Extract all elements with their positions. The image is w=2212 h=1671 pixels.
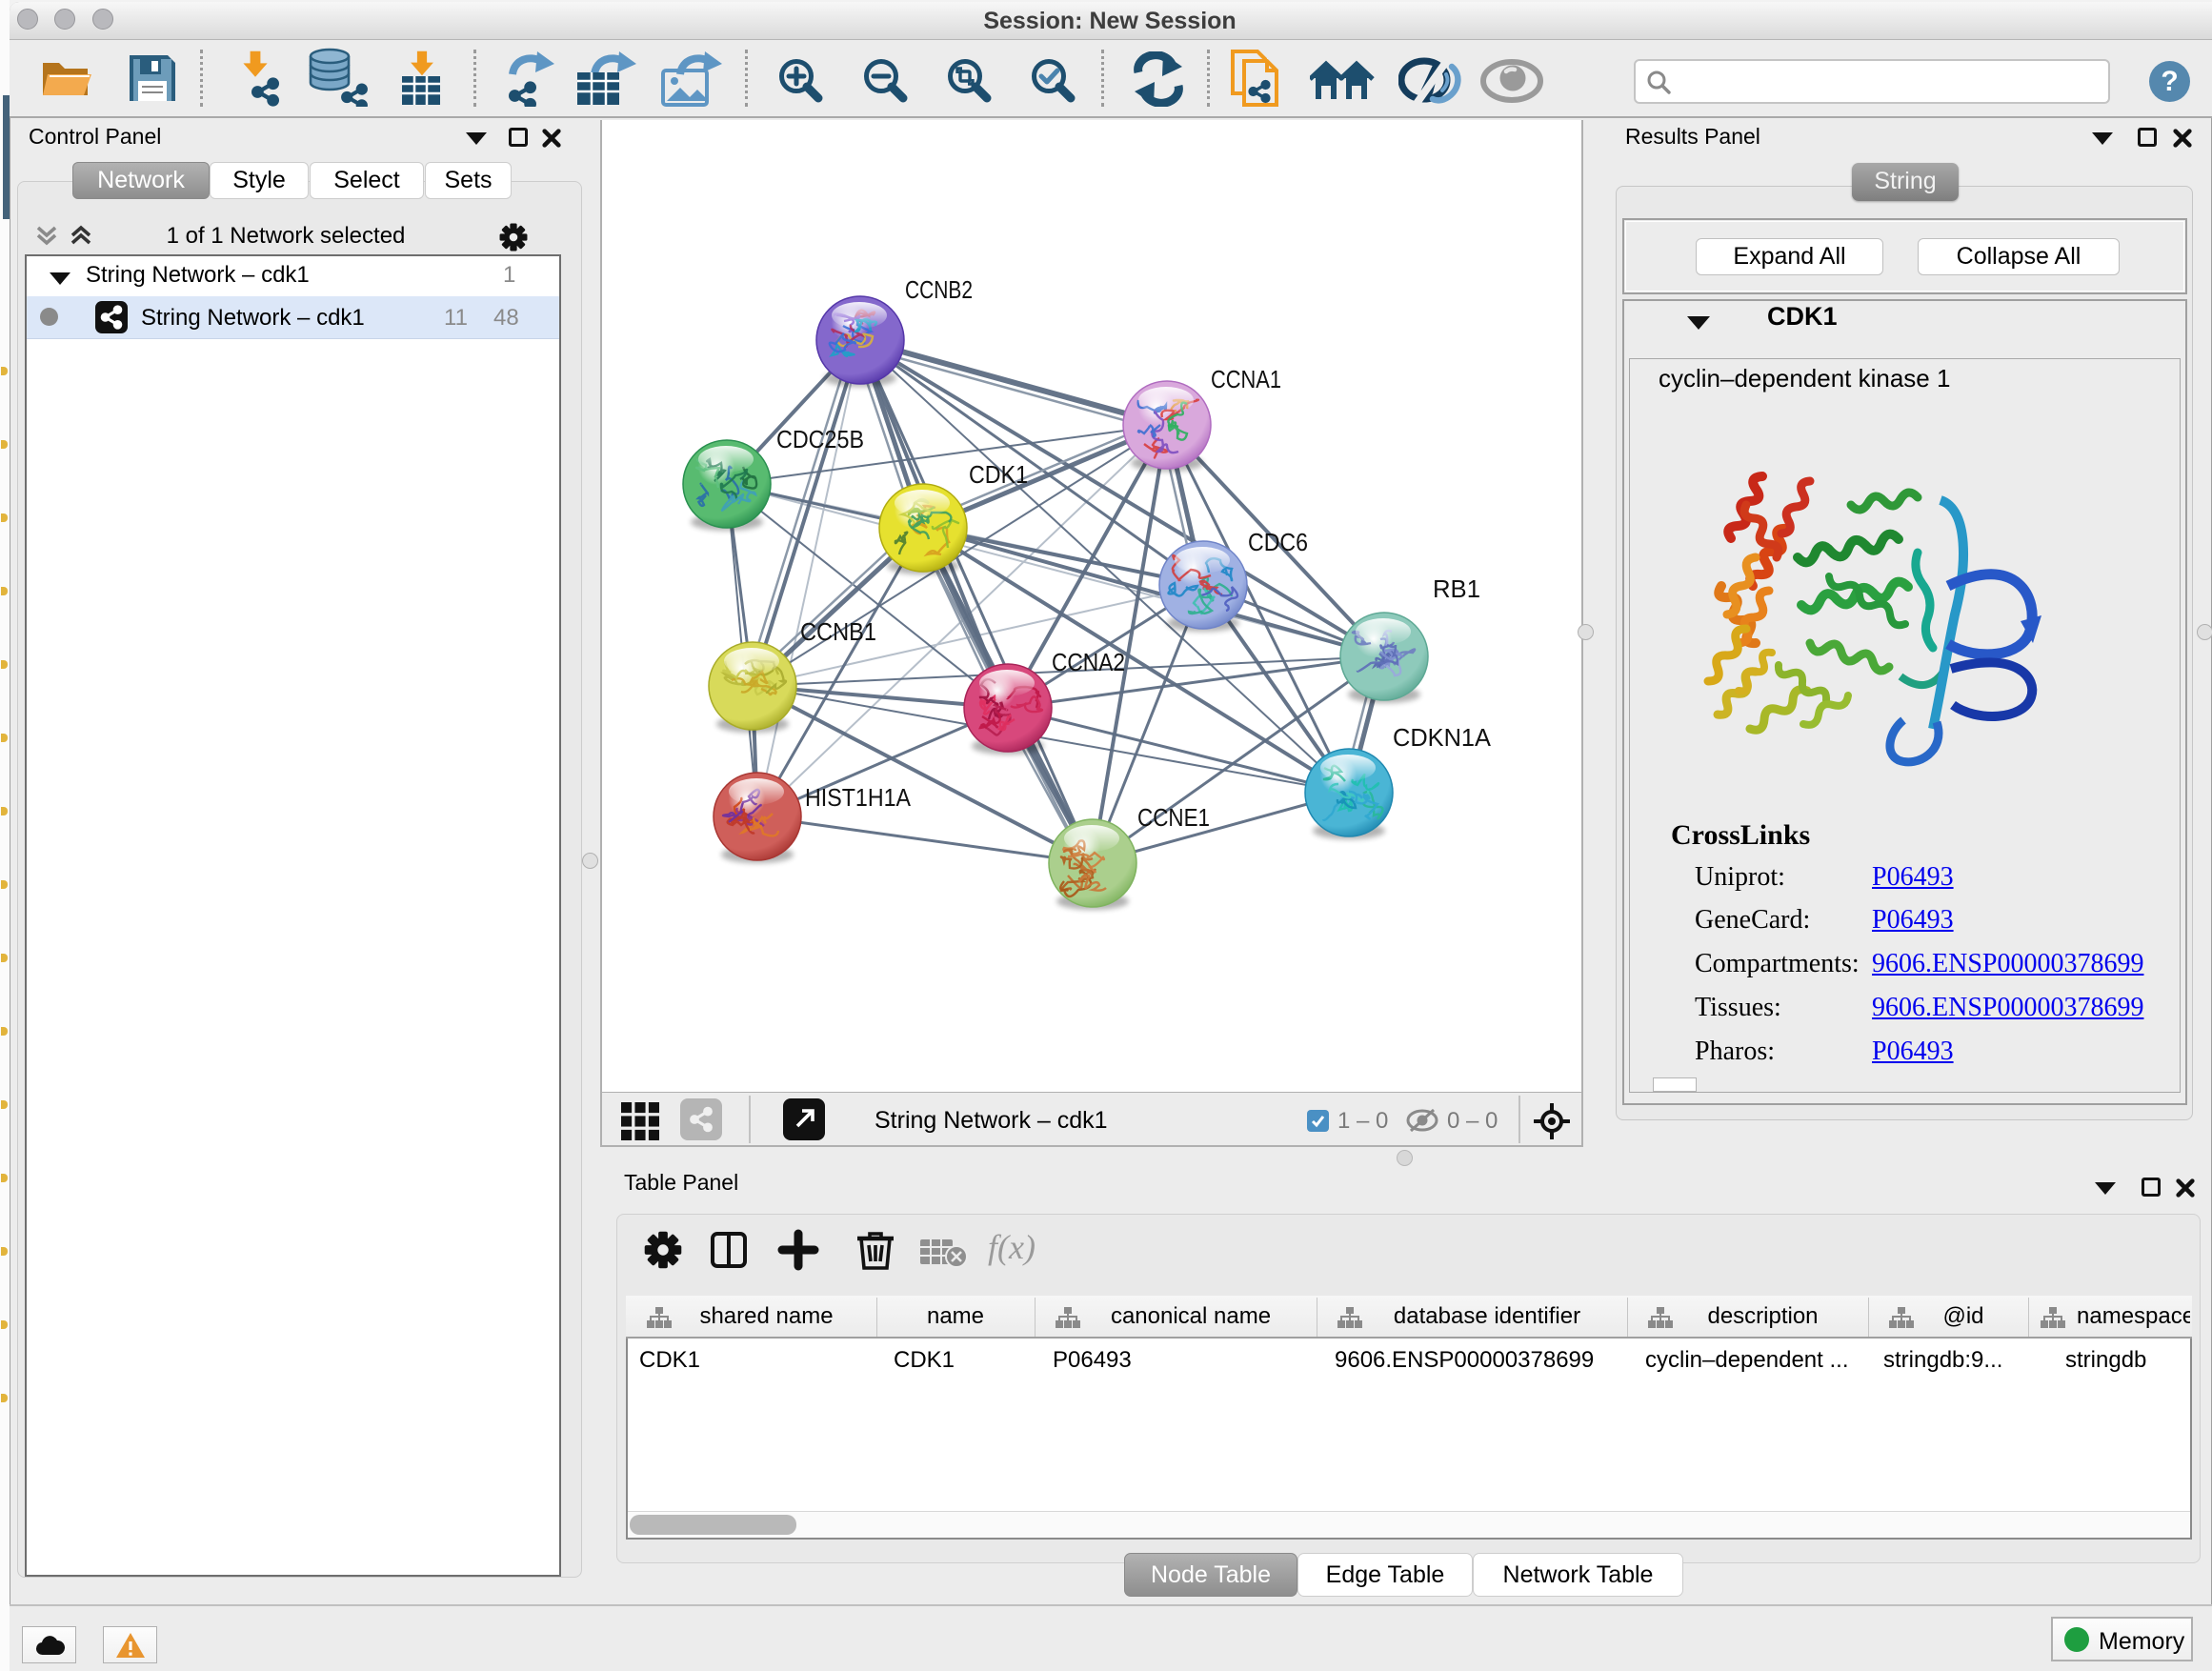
- svg-text:HIST1H1A: HIST1H1A: [805, 783, 912, 812]
- svg-text:CDKN1A: CDKN1A: [1393, 723, 1492, 752]
- svg-text:CCNA2: CCNA2: [1052, 648, 1125, 676]
- svg-text:CCNB2: CCNB2: [905, 275, 973, 304]
- svg-text:CCNA1: CCNA1: [1211, 365, 1281, 393]
- svg-text:CCNE1: CCNE1: [1137, 803, 1210, 832]
- svg-text:RB1: RB1: [1433, 574, 1480, 603]
- svg-text:CDC6: CDC6: [1248, 528, 1308, 556]
- svg-text:CDC25B: CDC25B: [776, 425, 864, 453]
- svg-text:CCNB1: CCNB1: [800, 617, 876, 646]
- svg-text:CDK1: CDK1: [969, 460, 1028, 489]
